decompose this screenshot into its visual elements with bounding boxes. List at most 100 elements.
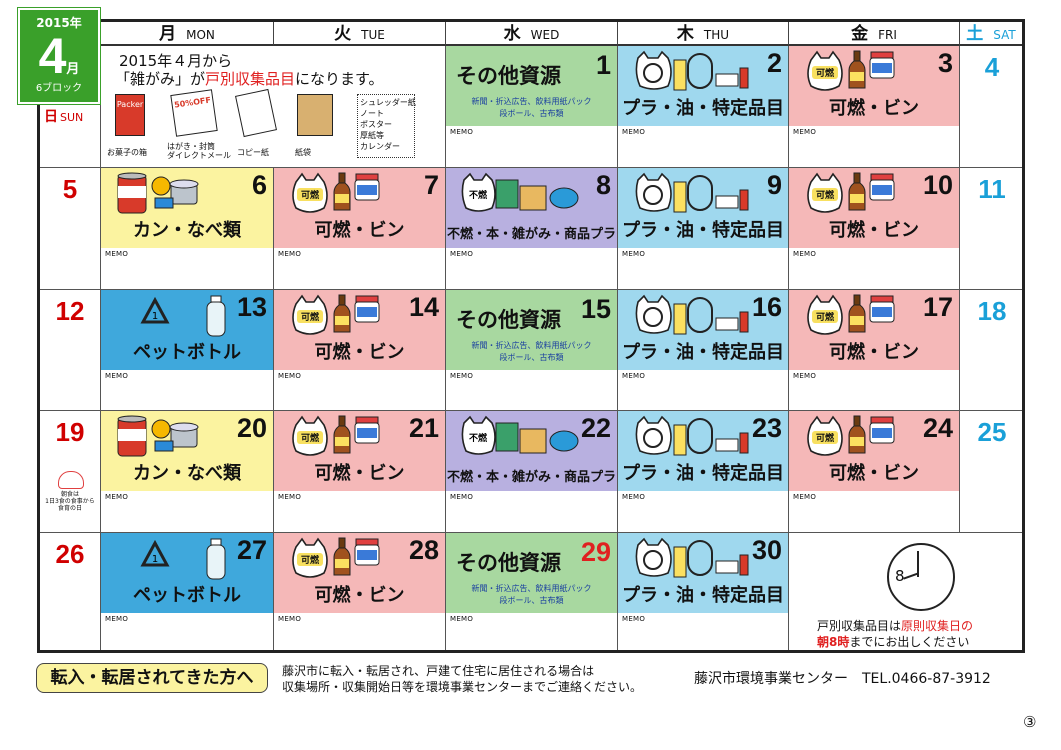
memo-label: MEMO (622, 372, 646, 380)
calendar-cell[interactable]: 29 その他資源 新聞・折込広告、飲料用紙パック 段ボール、古布類 MEMO (446, 533, 618, 650)
clock-number: 8 (895, 567, 905, 585)
category-icon-pura (632, 172, 752, 214)
weekday-en: FRI (878, 28, 897, 42)
calendar-cell[interactable]: 11 (960, 168, 1022, 290)
category-label: プラ・油・特定品目 (622, 98, 784, 119)
collection-band-shigen: 15 その他資源 新聞・折込広告、飲料用紙パック 段ボール、古布類 (446, 290, 617, 370)
calendar-cell[interactable]: 16 プラ・油・特定品目 MEMO (618, 290, 789, 411)
calendar-cell[interactable]: 23 プラ・油・特定品目 MEMO (618, 411, 789, 533)
day-number: 24 (922, 413, 953, 443)
collection-band-kanen: 28 可燃 可燃・ビン (274, 533, 445, 613)
calendar-cell[interactable]: 20 カン・なべ類 MEMO (101, 411, 274, 533)
calendar-cell[interactable]: 21 可燃 可燃・ビン MEMO (274, 411, 446, 533)
calendar-cell[interactable]: 2 プラ・油・特定品目 MEMO (618, 46, 789, 168)
calendar-cell[interactable]: 26 (40, 533, 101, 650)
collection-band-pet: 13 1 ペットボトル (101, 290, 273, 370)
calendar-cell[interactable]: 1 その他資源 新聞・折込広告、飲料用紙パック 段ボール、古布類 MEMO (446, 46, 618, 168)
svg-text:可燃: 可燃 (816, 432, 835, 444)
calendar-cell[interactable]: 12 (40, 290, 101, 411)
weekday-jp: 木 (676, 24, 694, 44)
calendar-cell[interactable]: 19 朝食は 1日3食の食事から 食育の日 (40, 411, 101, 533)
svg-text:不燃: 不燃 (469, 189, 488, 201)
calendar-cell[interactable]: 6 カン・なべ類 MEMO (101, 168, 274, 290)
category-icon-funen: 不燃 (460, 172, 580, 214)
page-number: ③ (1023, 713, 1037, 731)
memo-label: MEMO (105, 372, 129, 380)
calendar-cell[interactable]: 4 (960, 46, 1022, 168)
day-number: 4 (984, 52, 1000, 82)
category-sub-line: 段ボール、古布類 (499, 109, 564, 118)
collection-band-kan: 6 カン・なべ類 (101, 168, 273, 248)
category-sub: 新聞・折込広告、飲料用紙パック 段ボール、古布類 (446, 583, 617, 607)
calendar-cell[interactable]: 18 (960, 290, 1022, 411)
category-icon-kanen: 可燃 (803, 50, 897, 92)
day-number: 30 (751, 535, 782, 565)
category-sub-line: 段ボール、古布類 (499, 353, 564, 362)
weekday-jp: 水 (503, 24, 521, 44)
category-label: その他資源 (456, 308, 561, 332)
calendar-cell[interactable]: 8 不燃 不燃・本・雑がみ・商品プラ MEMO (446, 168, 618, 290)
calendar-cell[interactable]: 25 (960, 411, 1022, 533)
category-icon-funen: 不燃 (460, 415, 580, 457)
weekday-mon: 月 MON (101, 22, 274, 46)
calendar-cell[interactable]: 27 1 ペットボトル MEMO (101, 533, 274, 650)
weekday-thu: 木 THU (618, 22, 789, 46)
memo-label: MEMO (278, 372, 302, 380)
weekday-en: TUE (361, 28, 385, 42)
category-label: 可燃・ビン (829, 98, 919, 119)
day-number: 8 (595, 170, 611, 200)
calendar-cell[interactable]: 17 可燃 可燃・ビン MEMO (789, 290, 960, 411)
category-icon-pura (632, 50, 752, 92)
notice-line-2: 「雑がみ」が戸別収集品目になります。 (115, 68, 384, 89)
memo-label: MEMO (450, 250, 474, 258)
calendar-cell[interactable]: 22 不燃 不燃・本・雑がみ・商品プラ MEMO (446, 411, 618, 533)
calendar-cell[interactable]: 7 可燃 可燃・ビン MEMO (274, 168, 446, 290)
weekday-en: WED (530, 28, 560, 42)
calendar-cell[interactable]: 3 可燃 可燃・ビン MEMO (789, 46, 960, 168)
svg-text:不燃: 不燃 (469, 432, 488, 444)
weekday-wed: 水 WED (446, 22, 618, 46)
day-number: 15 (580, 294, 611, 324)
calendar-cell[interactable]: 8 戸別収集品目は原則収集日の 朝8時までにお出しください (789, 533, 1022, 650)
notice-text: 「雑がみ」が (115, 70, 206, 88)
clock-note-text: までにお出しください (849, 635, 970, 649)
category-label: プラ・油・特定品目 (622, 342, 784, 363)
calendar-cell[interactable]: 9 プラ・油・特定品目 MEMO (618, 168, 789, 290)
calendar-cell[interactable]: 28 可燃 可燃・ビン MEMO (274, 533, 446, 650)
category-icon-pura (632, 294, 752, 336)
footer-button[interactable]: 転入・転居されてきた方へ (36, 663, 268, 693)
breakfast-note: 朝食は 1日3食の食事から 食育の日 (45, 491, 95, 512)
calendar-cell[interactable]: 14 可燃 可燃・ビン MEMO (274, 290, 446, 411)
weekday-jp: 月 (159, 24, 177, 44)
calendar-cell[interactable]: 2015年４月から 「雑がみ」が戸別収集品目になります。 Packer 50%OFF お… (101, 46, 446, 168)
weekday-tue: 火 TUE (274, 22, 446, 46)
footer-text-2: 収集場所・収集開始日等を環境事業センターまでご連絡ください。 (282, 680, 643, 694)
calendar-cell[interactable]: 30 プラ・油・特定品目 MEMO (618, 533, 789, 650)
collection-band-shigen: 1 その他資源 新聞・折込広告、飲料用紙パック 段ボール、古布類 (446, 46, 617, 126)
memo-label: MEMO (622, 493, 646, 501)
category-icon-kan (115, 172, 205, 216)
weekday-en: SUN (60, 111, 84, 124)
calendar-cell[interactable]: 10 可燃 可燃・ビン MEMO (789, 168, 960, 290)
day-number: 26 (55, 539, 85, 569)
snack-box-icon: Packer (115, 94, 145, 136)
calendar-cell[interactable]: 15 その他資源 新聞・折込広告、飲料用紙パック 段ボール、古布類 MEMO (446, 290, 618, 411)
collection-band-kanen: 14 可燃 可燃・ビン (274, 290, 445, 370)
day-number: 1 (595, 50, 611, 80)
memo-label: MEMO (450, 615, 474, 623)
memo-label: MEMO (622, 615, 646, 623)
month-suffix: 月 (66, 62, 80, 77)
calendar-cell[interactable]: 24 可燃 可燃・ビン MEMO (789, 411, 960, 533)
day-number: 2 (766, 48, 782, 78)
postcard-icon: 50%OFF (170, 89, 218, 137)
weekday-sun: 日 SUN (44, 106, 83, 126)
day-number: 5 (62, 174, 78, 204)
category-label: 可燃・ビン (829, 463, 919, 484)
calendar-cell[interactable]: 13 1 ペットボトル MEMO (101, 290, 274, 411)
calendar-cell[interactable]: 5 (40, 168, 101, 290)
collection-band-pura: 23 プラ・油・特定品目 (618, 411, 788, 491)
category-icon-kanen: 可燃 (803, 415, 897, 457)
notice-box-item: カレンダー (360, 142, 400, 151)
weekday-sat: 土 SAT (960, 22, 1022, 46)
day-number: 19 (55, 417, 85, 447)
